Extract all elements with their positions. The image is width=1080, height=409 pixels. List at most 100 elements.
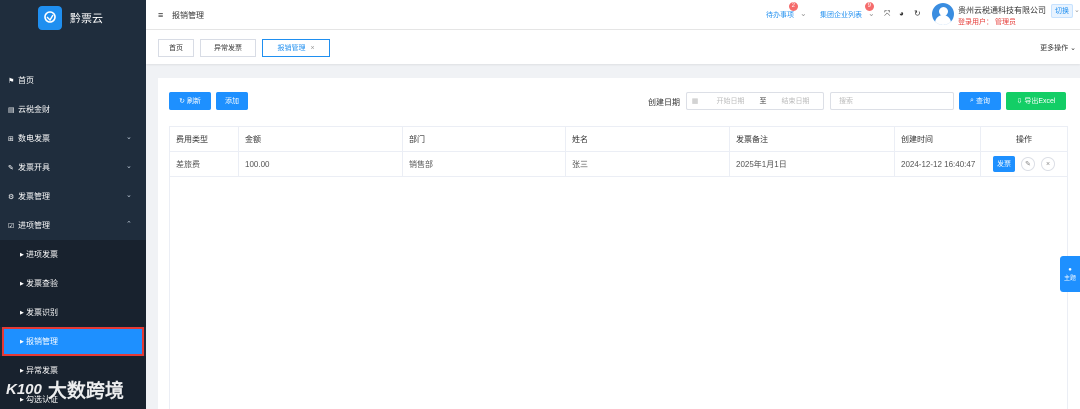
- company-name: 贵州云税通科技有限公司: [958, 6, 1046, 15]
- query-label: 查询: [975, 98, 990, 105]
- sidebar-item-label: 异常发票: [26, 366, 58, 375]
- sidebar-item-label: 发票开具: [18, 163, 50, 172]
- tab-reimbursement[interactable]: 报销管理 ×: [262, 39, 330, 57]
- watermark-text: 大数跨境: [47, 381, 124, 402]
- add-button[interactable]: 添加: [216, 92, 248, 110]
- search-input[interactable]: [830, 92, 954, 110]
- cell-actions: 发票 ✎ ×: [981, 152, 1067, 176]
- col-header: 发票备注: [730, 127, 895, 151]
- sidebar-item-label: 数电发票: [18, 134, 50, 143]
- palette-icon[interactable]: ◕: [899, 9, 904, 18]
- cell-created: 2024-12-12 16:40:47: [895, 152, 981, 176]
- sidebar-subitem-reimbursement[interactable]: ▶ 报销管理: [2, 327, 144, 356]
- more-ops-label: 更多操作: [1040, 45, 1069, 52]
- sidebar-item-tax-finance[interactable]: ▤ 云税金财: [0, 95, 146, 124]
- end-date-input[interactable]: 结束日期: [768, 96, 823, 106]
- group-list-label: 集团企业列表: [820, 12, 862, 19]
- delete-icon[interactable]: ×: [1041, 157, 1055, 171]
- main-panel: ↻ 刷新 添加 创建日期 ▦ 开始日期 至 结束日期 ⌕ 查询 ⇩ 导出Exce…: [158, 78, 1080, 409]
- chevron-down-icon[interactable]: ⌄: [800, 9, 807, 18]
- breadcrumb: 报销管理: [172, 11, 204, 20]
- sidebar-subitem-invoice-check[interactable]: ▶ 发票查验: [0, 269, 146, 298]
- avatar[interactable]: [932, 3, 954, 25]
- edit-square-icon: ☑: [8, 222, 15, 230]
- refresh-label: 刷新: [186, 98, 201, 105]
- sidebar-subitem-invoice-recognition[interactable]: ▶ 发票识别: [0, 298, 146, 327]
- sidebar-item-label: 发票查验: [26, 279, 58, 288]
- chevron-down-icon: ⌄: [1070, 45, 1076, 52]
- tab-label: 异常发票: [214, 45, 242, 52]
- tab-home[interactable]: 首页: [158, 39, 194, 57]
- refresh-icon[interactable]: ↻: [914, 9, 921, 18]
- col-header: 姓名: [566, 127, 730, 151]
- sidebar-item-digital-invoice[interactable]: ⊞ 数电发票 ⌄: [0, 124, 146, 153]
- invoice-button[interactable]: 发票: [993, 156, 1015, 172]
- theme-label: 主题: [1063, 275, 1076, 282]
- refresh-button[interactable]: ↻ 刷新: [169, 92, 211, 110]
- logo-icon: [38, 6, 62, 30]
- data-table: 费用类型 金额 部门 姓名 发票备注 创建时间 操作 差旅费 100.00 销售…: [169, 126, 1068, 409]
- gear-icon: ⚙: [8, 193, 15, 201]
- sidebar-item-label: 进项发票: [26, 250, 58, 259]
- col-header: 费用类型: [170, 127, 239, 151]
- table-header: 费用类型 金额 部门 姓名 发票备注 创建时间 操作: [170, 127, 1067, 152]
- sidebar-item-label: 首页: [18, 76, 34, 85]
- sidebar-subitem-input-invoice[interactable]: ▶ 进项发票: [0, 240, 146, 269]
- tab-label: 首页: [169, 45, 183, 52]
- search-icon: ⌕: [970, 97, 974, 104]
- tabs-bar: 首页 异常发票 报销管理 × 更多操作 ⌄: [146, 30, 1080, 64]
- tab-abnormal-invoice[interactable]: 异常发票: [200, 39, 256, 57]
- sidebar-item-invoice-management[interactable]: ⚙ 发票管理 ⌄: [0, 182, 146, 211]
- sidebar-item-input-management[interactable]: ☑ 进项管理 ⌃: [0, 211, 146, 240]
- chevron-up-icon: ⌃: [126, 221, 132, 228]
- date-range-picker[interactable]: ▦ 开始日期 至 结束日期: [686, 92, 824, 110]
- fullscreen-icon[interactable]: ⤧: [884, 9, 890, 19]
- sidebar-item-label: 云税金财: [18, 105, 50, 114]
- col-header: 操作: [1016, 134, 1032, 144]
- export-excel-button[interactable]: ⇩ 导出Excel: [1006, 92, 1066, 110]
- app-logo[interactable]: 黔票云: [0, 0, 146, 36]
- theme-settings-tab[interactable]: ● 主题: [1060, 256, 1080, 292]
- add-label: 添加: [225, 98, 239, 105]
- sidebar-item-label: 发票管理: [18, 192, 50, 201]
- start-date-input[interactable]: 开始日期: [703, 96, 758, 106]
- cell-name: 张三: [566, 152, 730, 176]
- cell-amount: 100.00: [239, 152, 403, 176]
- calendar-icon: ▦: [691, 98, 699, 105]
- sidebar-item-home[interactable]: ⚑ 首页: [0, 66, 146, 95]
- export-label: 导出Excel: [1024, 98, 1056, 105]
- cell-type: 差旅费: [170, 152, 239, 176]
- document-icon: ▤: [8, 106, 15, 114]
- hamburger-icon[interactable]: ≡: [158, 10, 163, 20]
- more-ops-dropdown[interactable]: 更多操作 ⌄: [1040, 43, 1076, 53]
- chevron-down-icon[interactable]: ⌄: [1074, 6, 1080, 14]
- watermark-logo: K100: [6, 381, 42, 398]
- top-header: ≡ 报销管理 待办事项 2 ⌄ 集团企业列表 9 ⌄ ⤧ ◕ ↻ 贵州云税通科技…: [146, 0, 1080, 30]
- col-header: 部门: [403, 127, 566, 151]
- plus-square-icon: ⊞: [8, 135, 14, 143]
- todo-badge: 2: [788, 2, 798, 11]
- group-list-link[interactable]: 集团企业列表 9: [820, 2, 874, 20]
- tab-label: 报销管理: [277, 45, 306, 52]
- sidebar-item-invoice-issue[interactable]: ✎ 发票开具 ⌄: [0, 153, 146, 182]
- col-header: 创建时间: [895, 127, 981, 151]
- login-user: 登录用户： 管理员: [958, 19, 1016, 26]
- cell-remark: 2025年1月1日: [730, 152, 895, 176]
- todo-label: 待办事项: [766, 12, 794, 19]
- table-row: 差旅费 100.00 销售部 张三 2025年1月1日 2024-12-12 1…: [170, 152, 1067, 177]
- switch-button[interactable]: 切换: [1051, 4, 1073, 18]
- chevron-down-icon: ⌄: [126, 134, 132, 141]
- watermark: K100 大数跨境: [6, 376, 124, 403]
- range-separator: 至: [759, 98, 767, 105]
- sidebar-menu: ⚑ 首页 ▤ 云税金财 ⊞ 数电发票 ⌄ ✎ 发票开具 ⌄ ⚙ 发票管理 ⌄ ☑…: [0, 66, 146, 409]
- pen-icon: ✎: [8, 164, 14, 172]
- chevron-down-icon: ⌄: [126, 192, 132, 199]
- chevron-down-icon[interactable]: ⌄: [868, 9, 875, 18]
- sidebar-item-label: 发票识别: [26, 308, 58, 317]
- edit-icon[interactable]: ✎: [1021, 157, 1035, 171]
- sidebar-item-label: 进项管理: [18, 221, 50, 230]
- close-icon[interactable]: ×: [310, 45, 314, 52]
- todo-link[interactable]: 待办事项 2: [766, 2, 798, 20]
- chevron-down-icon: ⌄: [126, 163, 132, 170]
- query-button[interactable]: ⌕ 查询: [959, 92, 1001, 110]
